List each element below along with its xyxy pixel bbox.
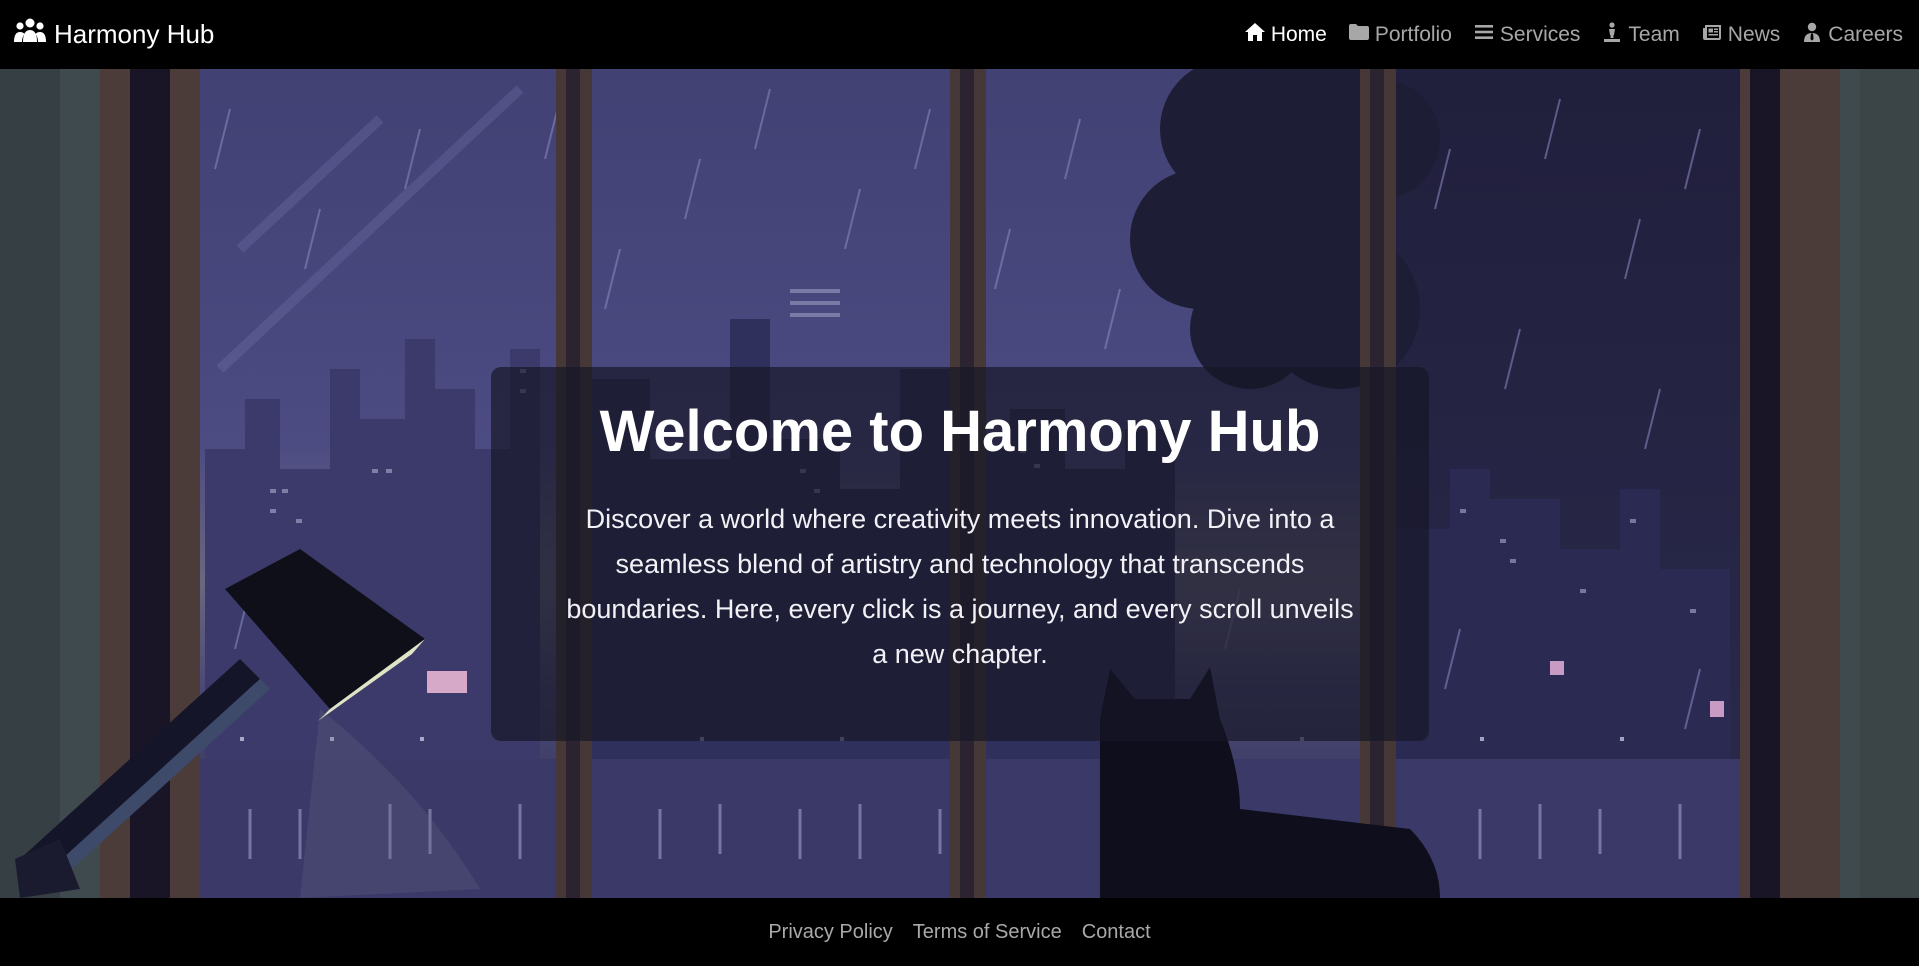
nav-item-portfolio[interactable]: Portfolio	[1348, 22, 1452, 48]
home-icon	[1244, 22, 1265, 48]
person-icon	[1602, 21, 1622, 48]
brand-link[interactable]: Harmony Hub	[14, 18, 214, 51]
footer: Privacy Policy Terms of Service Contact	[0, 898, 1919, 966]
nav-item-label: Careers	[1828, 22, 1903, 46]
nav-item-label: Portfolio	[1374, 22, 1452, 46]
welcome-title: Welcome to Harmony Hub	[599, 399, 1321, 464]
nav-item-label: Services	[1499, 22, 1581, 46]
folder-icon	[1348, 22, 1369, 48]
nav-item-home[interactable]: Home	[1244, 22, 1327, 48]
nav-item-label: Home	[1270, 22, 1327, 46]
list-icon	[1474, 22, 1494, 48]
nav-item-news[interactable]: News	[1702, 22, 1781, 48]
nav-item-label: News	[1727, 22, 1781, 46]
footer-link-privacy-policy[interactable]: Privacy Policy	[768, 921, 892, 944]
users-icon	[14, 18, 46, 51]
user-tie-icon	[1802, 22, 1822, 48]
brand-name: Harmony Hub	[54, 19, 215, 49]
nav-links: Home Portfolio Services Team News Career…	[1244, 21, 1903, 48]
nav-item-team[interactable]: Team	[1602, 21, 1680, 48]
navbar: Harmony Hub Home Portfolio Services Team	[0, 0, 1919, 69]
nav-item-careers[interactable]: Careers	[1802, 22, 1903, 48]
welcome-card: Welcome to Harmony Hub Discover a world …	[491, 367, 1429, 741]
newspaper-icon	[1702, 22, 1722, 48]
footer-link-contact[interactable]: Contact	[1082, 921, 1151, 944]
hero-section: Welcome to Harmony Hub Discover a world …	[0, 69, 1919, 898]
welcome-text: Discover a world where creativity meets …	[566, 504, 1354, 669]
footer-link-terms-of-service[interactable]: Terms of Service	[913, 921, 1062, 944]
nav-item-label: Team	[1628, 22, 1680, 46]
nav-item-services[interactable]: Services	[1474, 22, 1581, 48]
